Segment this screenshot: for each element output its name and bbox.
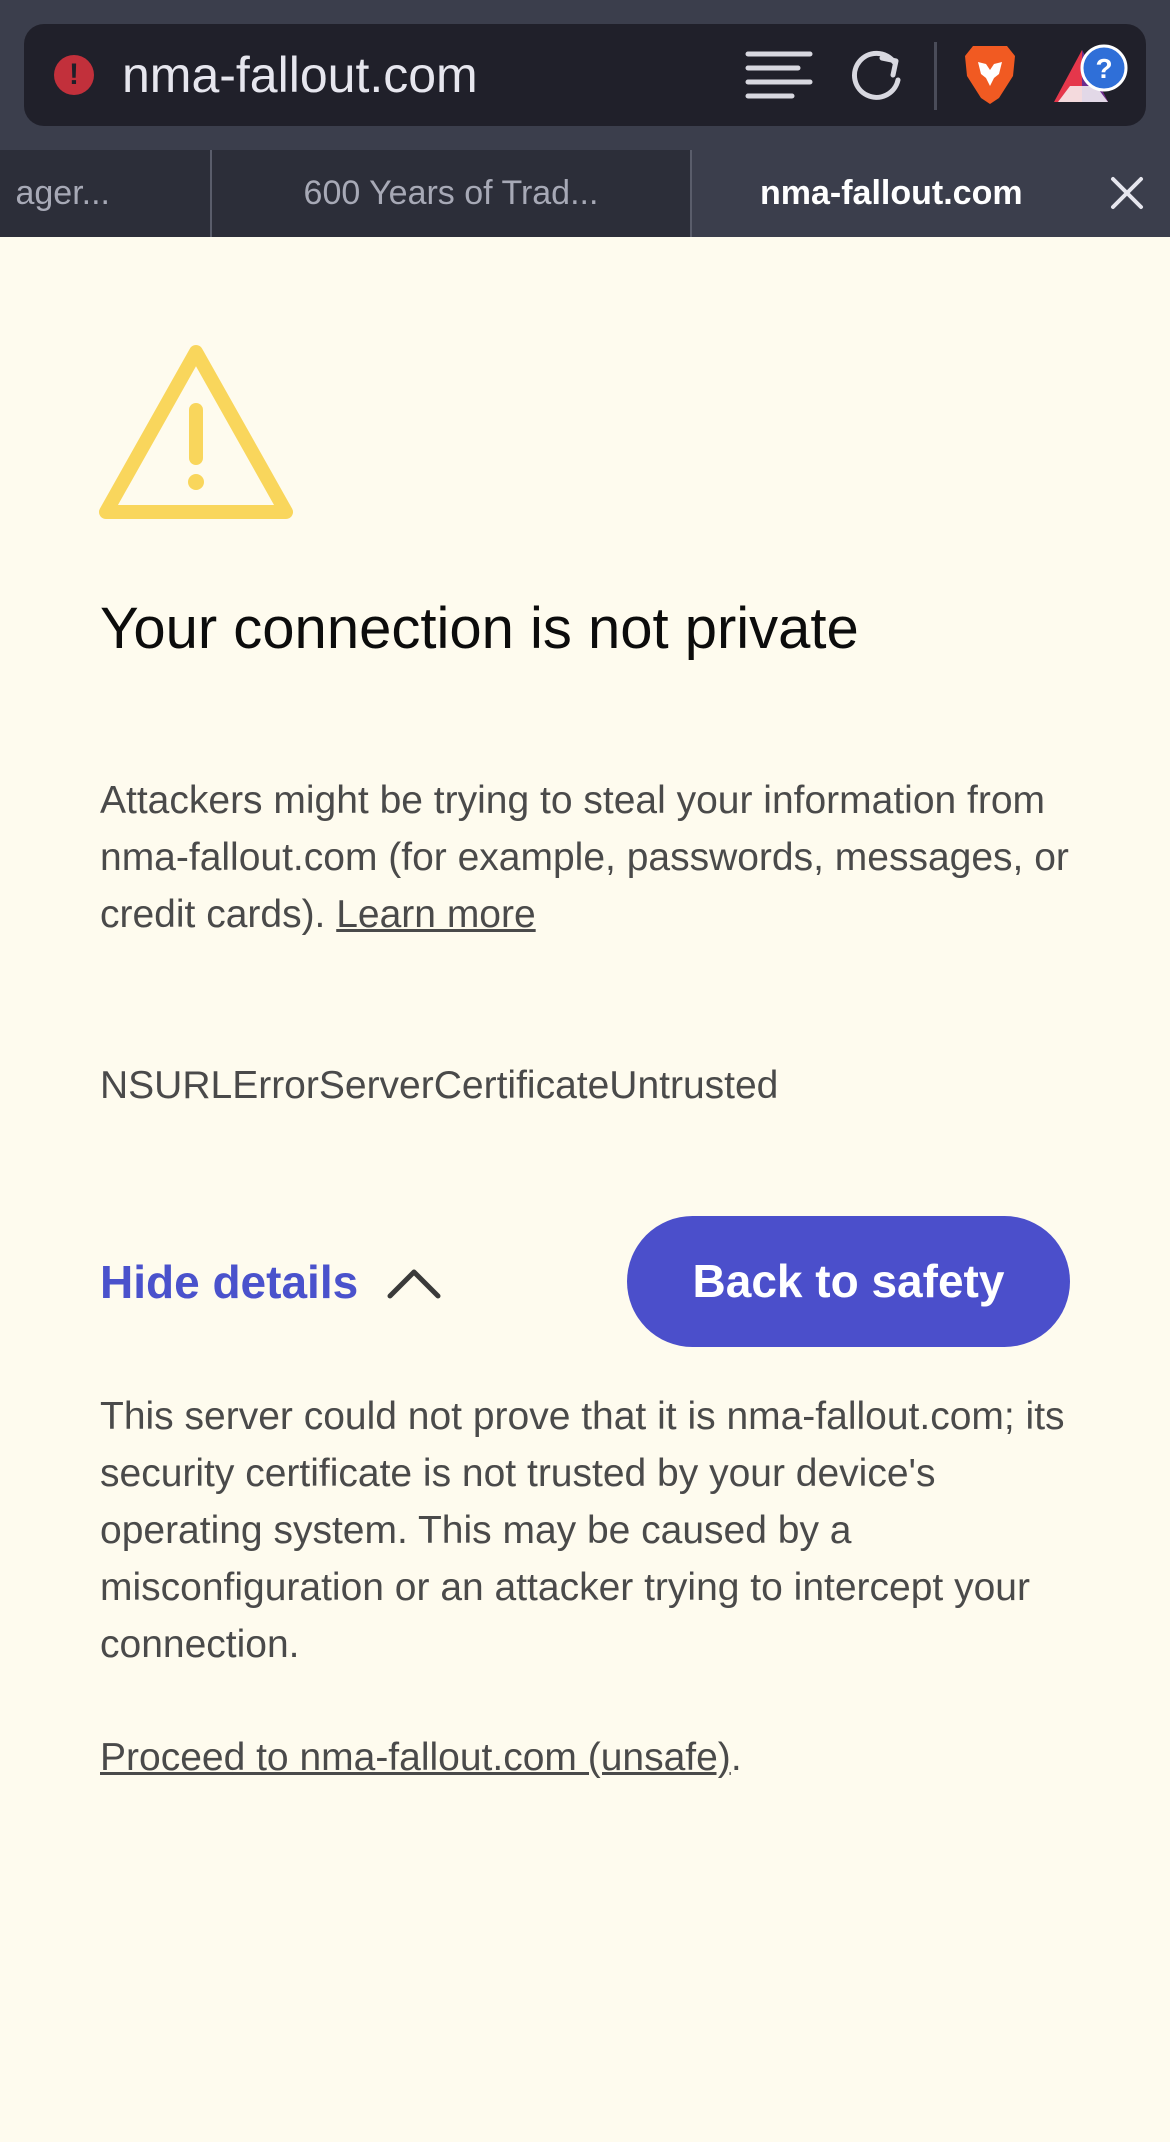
close-icon[interactable] (1108, 174, 1146, 212)
chevron-up-icon[interactable] (386, 1266, 442, 1300)
tab-strip: ager... 600 Years of Trad... nma-fallout… (0, 150, 1170, 237)
svg-text:?: ? (1095, 53, 1112, 84)
proceed-unsafe-link[interactable]: Proceed to nma-fallout.com (unsafe) (100, 1736, 731, 1779)
toolbar-separator (934, 42, 937, 110)
browser-toolbar: ! nma-fallout.com ? ager... 600 Years of… (0, 0, 1170, 237)
tab-label: 600 Years of Trad... (303, 174, 599, 212)
tab-label: nma-fallout.com (760, 174, 1023, 212)
exclamation-circle-icon[interactable]: ! (54, 55, 94, 95)
back-to-safety-button[interactable]: Back to safety (627, 1216, 1070, 1347)
tab-label: ager... (15, 174, 110, 212)
warning-description: Attackers might be trying to steal your … (100, 772, 1090, 943)
url-text[interactable]: nma-fallout.com (122, 46, 478, 104)
page-title: Your connection is not private (100, 596, 859, 661)
learn-more-link[interactable]: Learn more (336, 893, 535, 936)
error-code: NSURLErrorServerCertificateUntrusted (100, 1064, 779, 1107)
tab-active[interactable]: nma-fallout.com (692, 150, 1170, 237)
brave-rewards-icon[interactable]: ? (1052, 42, 1132, 114)
proceed-line: Proceed to nma-fallout.com (unsafe). (100, 1730, 742, 1786)
details-text: This server could not prove that it is n… (100, 1395, 1065, 1666)
address-bar[interactable]: ! nma-fallout.com ? (24, 24, 1146, 126)
warning-triangle-icon (99, 345, 293, 519)
description-text: Attackers might be trying to steal your … (100, 779, 1069, 936)
hide-details-toggle[interactable]: Hide details (100, 1252, 358, 1312)
proceed-suffix: . (730, 1736, 742, 1779)
brave-lion-icon[interactable] (959, 42, 1021, 108)
tab-previous[interactable]: ager... (0, 150, 210, 237)
reader-menu-icon[interactable] (744, 48, 814, 104)
tab-600-years[interactable]: 600 Years of Trad... (212, 150, 690, 237)
reload-icon[interactable] (846, 46, 906, 106)
